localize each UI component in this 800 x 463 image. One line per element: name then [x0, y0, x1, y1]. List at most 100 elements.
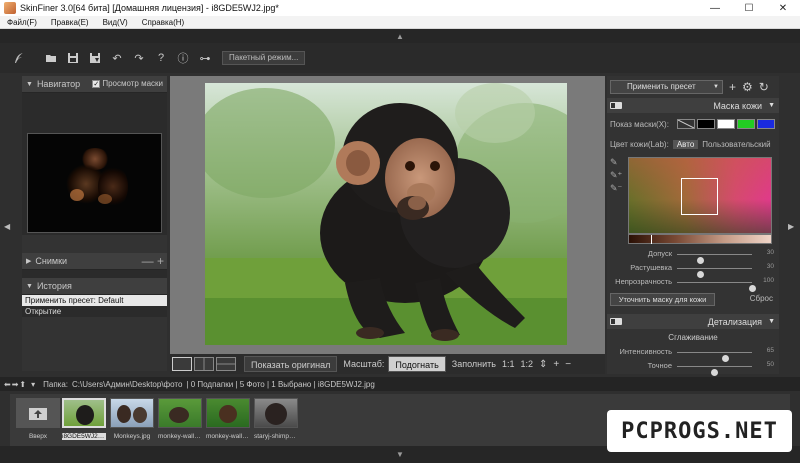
reset-button[interactable]: Сброс [750, 294, 773, 303]
add-remove-snapshot-icon[interactable]: — + [142, 254, 164, 268]
detail-toggle[interactable] [610, 318, 622, 325]
mask-color-swatch[interactable] [736, 119, 755, 129]
tab-custom[interactable]: Пользовательский [698, 140, 774, 149]
view-split-vertical-button[interactable] [194, 357, 214, 371]
gear-icon[interactable]: ⚙ [742, 80, 753, 94]
zoom-1-2-select[interactable]: 1:2 [520, 359, 533, 369]
preset-row: Применить пресет + ⚙ ↻ [607, 76, 779, 98]
view-split-horizontal-button[interactable] [216, 357, 236, 371]
folder-nav-icons[interactable]: ⬅➡⬆ [4, 380, 27, 389]
scale-label: Масштаб: [343, 359, 385, 369]
folder-up-button[interactable]: Вверх [16, 398, 60, 443]
slider-value: 50 [766, 361, 774, 368]
slider-feather: Растушевка 30 [607, 262, 779, 278]
thumbnail-item[interactable]: i8GDE5WJ2.jpg [62, 398, 106, 443]
view-single-button[interactable] [172, 357, 192, 371]
navigator-preview[interactable] [27, 133, 162, 233]
feather-icon[interactable] [10, 49, 28, 67]
show-mask-label: Показ маски(X): [610, 119, 669, 129]
caret-down-icon: ▼ [26, 80, 33, 88]
add-preset-icon[interactable]: + [729, 80, 736, 94]
info-icon[interactable]: ⓘ [174, 49, 192, 67]
view-toolbar: Показать оригинал Масштаб: Подогнать Зап… [170, 354, 605, 374]
tab-auto[interactable]: Авто [672, 139, 699, 149]
thumbnail-item[interactable]: monkey-wallp... [158, 398, 202, 443]
maximize-button[interactable]: ☐ [732, 0, 766, 16]
fit-button[interactable]: Подогнать [388, 356, 446, 372]
menu-help[interactable]: Справка(H) [135, 18, 192, 27]
eyedropper-add-icon[interactable]: ✎⁺ [610, 170, 622, 183]
mask-color-swatch[interactable] [696, 119, 715, 129]
slider-track[interactable] [677, 282, 756, 292]
skin-tone-gradient[interactable] [628, 234, 772, 244]
slider-tolerance: Допуск 30 [607, 248, 779, 264]
skin-mask-toggle[interactable] [610, 102, 622, 109]
watermark-logo: PCPROGS.NET [607, 410, 792, 452]
detail-header[interactable]: Детализация ▼ [607, 314, 779, 329]
slider-track[interactable] [677, 254, 752, 264]
mask-preview-label: Просмотр маски [102, 79, 163, 88]
slider-value: 100 [763, 277, 774, 284]
mask-none-swatch[interactable] [676, 119, 695, 129]
tone-marker[interactable] [651, 235, 652, 244]
caret-right-icon: ▶ [26, 258, 32, 265]
plugin-icon[interactable]: ⊶ [196, 49, 214, 67]
slider-track[interactable] [677, 366, 752, 376]
right-panel: Применить пресет + ⚙ ↻ Маска кожи ▼ Пока… [607, 76, 779, 376]
help-icon[interactable]: ? [152, 49, 170, 67]
slider-track[interactable] [677, 352, 752, 362]
save-as-icon[interactable] [86, 49, 104, 67]
menu-file[interactable]: Файл(F) [0, 18, 44, 27]
eyedropper-icon[interactable]: ✎ [610, 157, 622, 170]
skin-mask-header[interactable]: Маска кожи ▼ [607, 98, 779, 113]
top-panel-toggle[interactable]: ▲ [0, 29, 800, 43]
eyedropper-remove-icon[interactable]: ✎⁻ [610, 183, 622, 196]
collapse-right-icon[interactable]: ▶ [788, 222, 794, 231]
history-item[interactable]: Открытие [22, 306, 167, 317]
zoom-stepper-icon[interactable]: ⇕ [539, 359, 547, 370]
folder-path[interactable]: C:\Users\Админ\Desktop\фото [72, 380, 182, 389]
fill-button[interactable]: Заполнить [452, 359, 496, 369]
refresh-icon[interactable]: ↻ [759, 80, 769, 94]
mask-color-swatch[interactable] [716, 119, 735, 129]
thumbnail-item[interactable]: monkey-wallp... [206, 398, 250, 443]
zoom-out-icon[interactable]: − [565, 359, 571, 370]
color-selection-box[interactable] [681, 178, 718, 215]
app-window: SkinFiner 3.0[64 бита] [Домашняя лицензи… [0, 0, 800, 463]
thumbnail-label: monkey-wallp... [206, 433, 250, 440]
history-header[interactable]: ▼ История [22, 278, 167, 295]
save-icon[interactable] [64, 49, 82, 67]
batch-mode-button[interactable]: Пакетный режим... [222, 51, 306, 65]
main-photo[interactable] [205, 83, 567, 345]
refresh-folder-icon[interactable]: ▾ [31, 380, 35, 389]
zoom-1-1-button[interactable]: 1:1 [502, 359, 515, 369]
menu-edit[interactable]: Правка(E) [44, 18, 96, 27]
redo-icon[interactable]: ↷ [130, 49, 148, 67]
zoom-in-icon[interactable]: + [553, 359, 559, 370]
menu-view[interactable]: Вид(V) [96, 18, 135, 27]
skin-color-picker[interactable] [628, 157, 772, 234]
snapshots-header[interactable]: ▶ Снимки — + [22, 253, 167, 270]
navigator-header[interactable]: ▼ Навигатор ✓ Просмотр маски [22, 76, 167, 93]
thumbnail-item[interactable]: staryj-shimpa... [254, 398, 298, 443]
slider-track[interactable] [677, 268, 752, 278]
collapse-left-icon[interactable]: ◀ [4, 222, 10, 231]
minimize-button[interactable]: — [698, 0, 732, 16]
checkbox-checked-icon: ✓ [92, 79, 101, 88]
picker-tools: ✎ ✎⁺ ✎⁻ [610, 157, 622, 196]
undo-icon[interactable]: ↶ [108, 49, 126, 67]
slider-knob[interactable] [711, 369, 718, 376]
navigator-body [22, 93, 167, 235]
close-button[interactable]: ✕ [766, 0, 800, 16]
show-original-button[interactable]: Показать оригинал [244, 356, 338, 372]
thumbnail-image [158, 398, 202, 428]
collapse-down-icon: ▼ [396, 450, 404, 459]
mask-preview-checkbox[interactable]: ✓ Просмотр маски [92, 79, 163, 88]
history-item[interactable]: Применить пресет: Default [22, 295, 167, 306]
open-folder-icon[interactable] [42, 49, 60, 67]
refine-skin-mask-button[interactable]: Уточнить маску для кожи [610, 293, 715, 306]
slider-knob[interactable] [748, 285, 756, 292]
apply-preset-dropdown[interactable]: Применить пресет [610, 80, 723, 94]
thumbnail-item[interactable]: Monkeys.jpg [110, 398, 154, 443]
mask-color-swatch[interactable] [756, 119, 775, 129]
